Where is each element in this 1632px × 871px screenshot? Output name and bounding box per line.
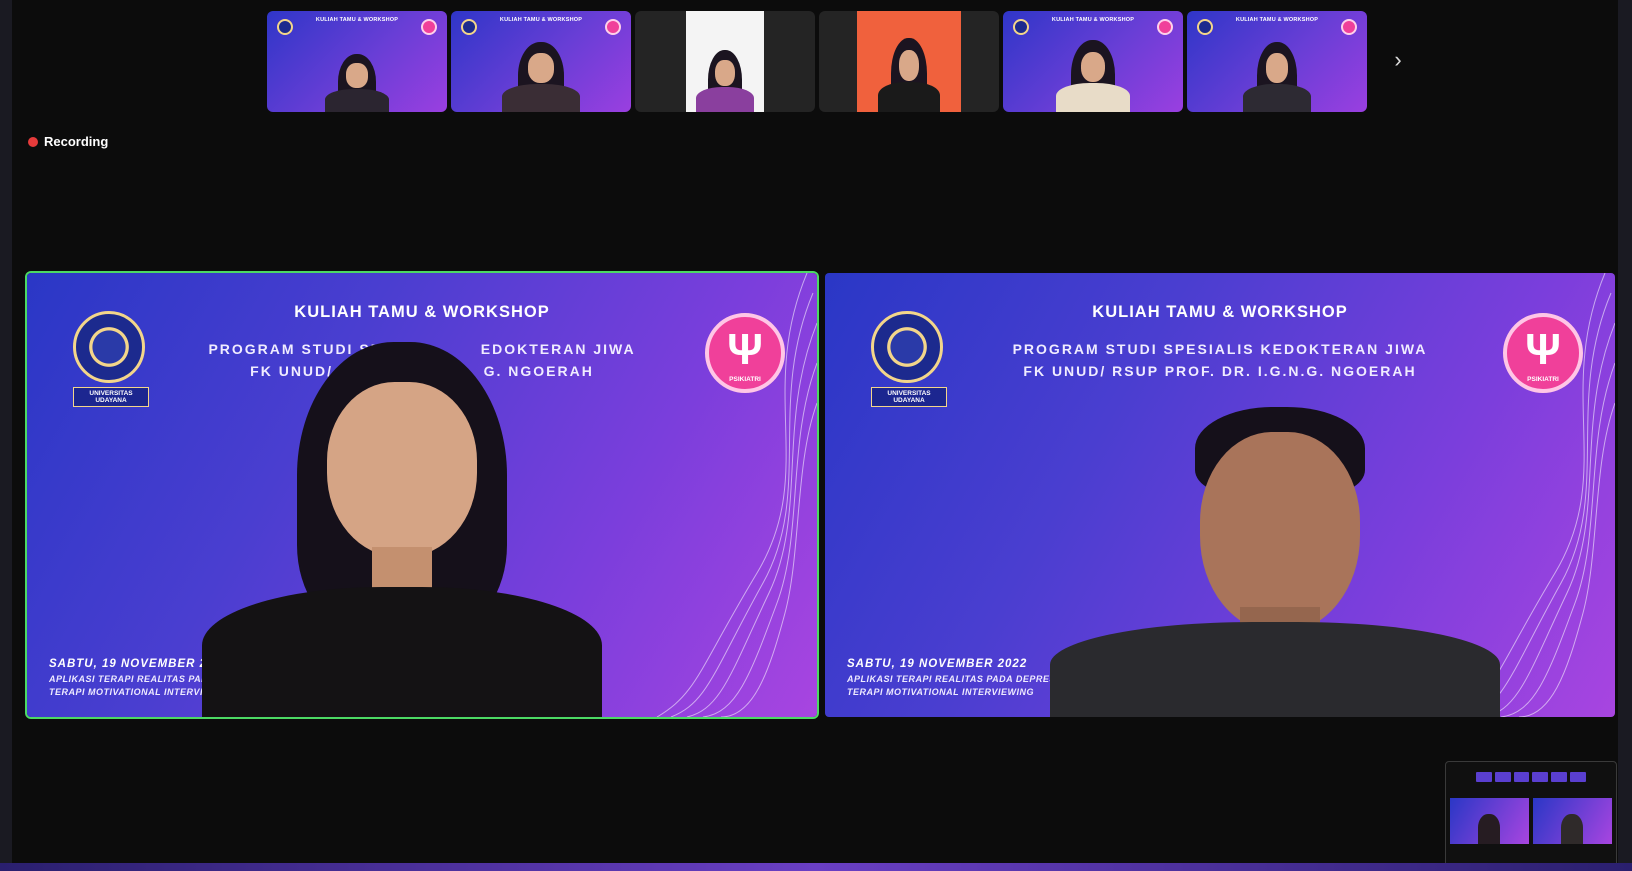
participant-thumbnail[interactable]: KULIAH TAMU & WORKSHOP [1003,11,1183,112]
participant-thumbnail[interactable]: KULIAH TAMU & WORKSHOP [451,11,631,112]
slide-topic-2: TERAPI MOTIVATIONAL INTERVIE [49,687,210,697]
participant-video [857,11,961,112]
participant-thumbnail[interactable]: KULIAH TAMU & WORKSHOP [1187,11,1367,112]
speaker-video [202,342,602,717]
preview-tile [1533,798,1612,844]
thumb-slide-title: KULIAH TAMU & WORKSHOP [1051,17,1135,23]
slide-program: PROGRAM STUDI SPESIALIS KEDOKTERAN JIWA [1012,341,1428,357]
video-tile-active-speaker[interactable]: UNIVERSITAS UDAYANA Ψ PSIKIATRI KULIAH T… [27,273,817,717]
self-view-preview[interactable] [1445,761,1617,869]
slide-title: KULIAH TAMU & WORKSHOP [294,303,550,321]
bottom-accent-bar [0,863,1632,871]
participant-video [501,42,581,112]
preview-tile [1450,798,1529,844]
window-edge-right [1618,0,1632,871]
thumb-slide-title: KULIAH TAMU & WORKSHOP [499,17,583,23]
speaker-video [1050,407,1500,717]
chevron-right-icon[interactable]: › [1389,48,1407,72]
slide-topic-1: APLIKASI TERAPI REALITAS PADA DEPRESI [847,674,1059,684]
thumb-slide-title: KULIAH TAMU & WORKSHOP [1235,17,1319,23]
participant-video [1055,40,1131,112]
slide-topic-2: TERAPI MOTIVATIONAL INTERVIEWING [847,687,1034,697]
participant-video [324,54,390,112]
participant-thumbnail[interactable]: KULIAH TAMU & WORKSHOP [267,11,447,112]
slide-topic-1: APLIKASI TERAPI REALITAS PADA [49,674,216,684]
participant-video [1243,42,1311,112]
thumb-slide-title: KULIAH TAMU & WORKSHOP [315,17,399,23]
video-tile[interactable]: UNIVERSITAS UDAYANA Ψ PSIKIATRI KULIAH T… [825,273,1615,717]
window-edge-left [0,0,12,871]
participant-thumbnail[interactable] [635,11,815,112]
participant-thumbnail[interactable] [819,11,999,112]
slide-title: KULIAH TAMU & WORKSHOP [1092,303,1348,321]
slide-institution: FK UNUD/ RSUP PROF. DR. I.G.N.G. NGOERAH [1023,363,1417,379]
recording-label: Recording [44,134,109,149]
slide-date: SABTU, 19 NOVEMBER 2 [49,658,208,670]
university-logo-text: UNIVERSITAS UDAYANA [73,387,149,407]
slide-date: SABTU, 19 NOVEMBER 2022 [847,658,1028,670]
participant-video [686,11,764,112]
recording-dot-icon [28,136,38,147]
recording-indicator: Recording [28,134,108,149]
preview-strip [1476,772,1586,782]
university-logo-text: UNIVERSITAS UDAYANA [871,387,947,407]
